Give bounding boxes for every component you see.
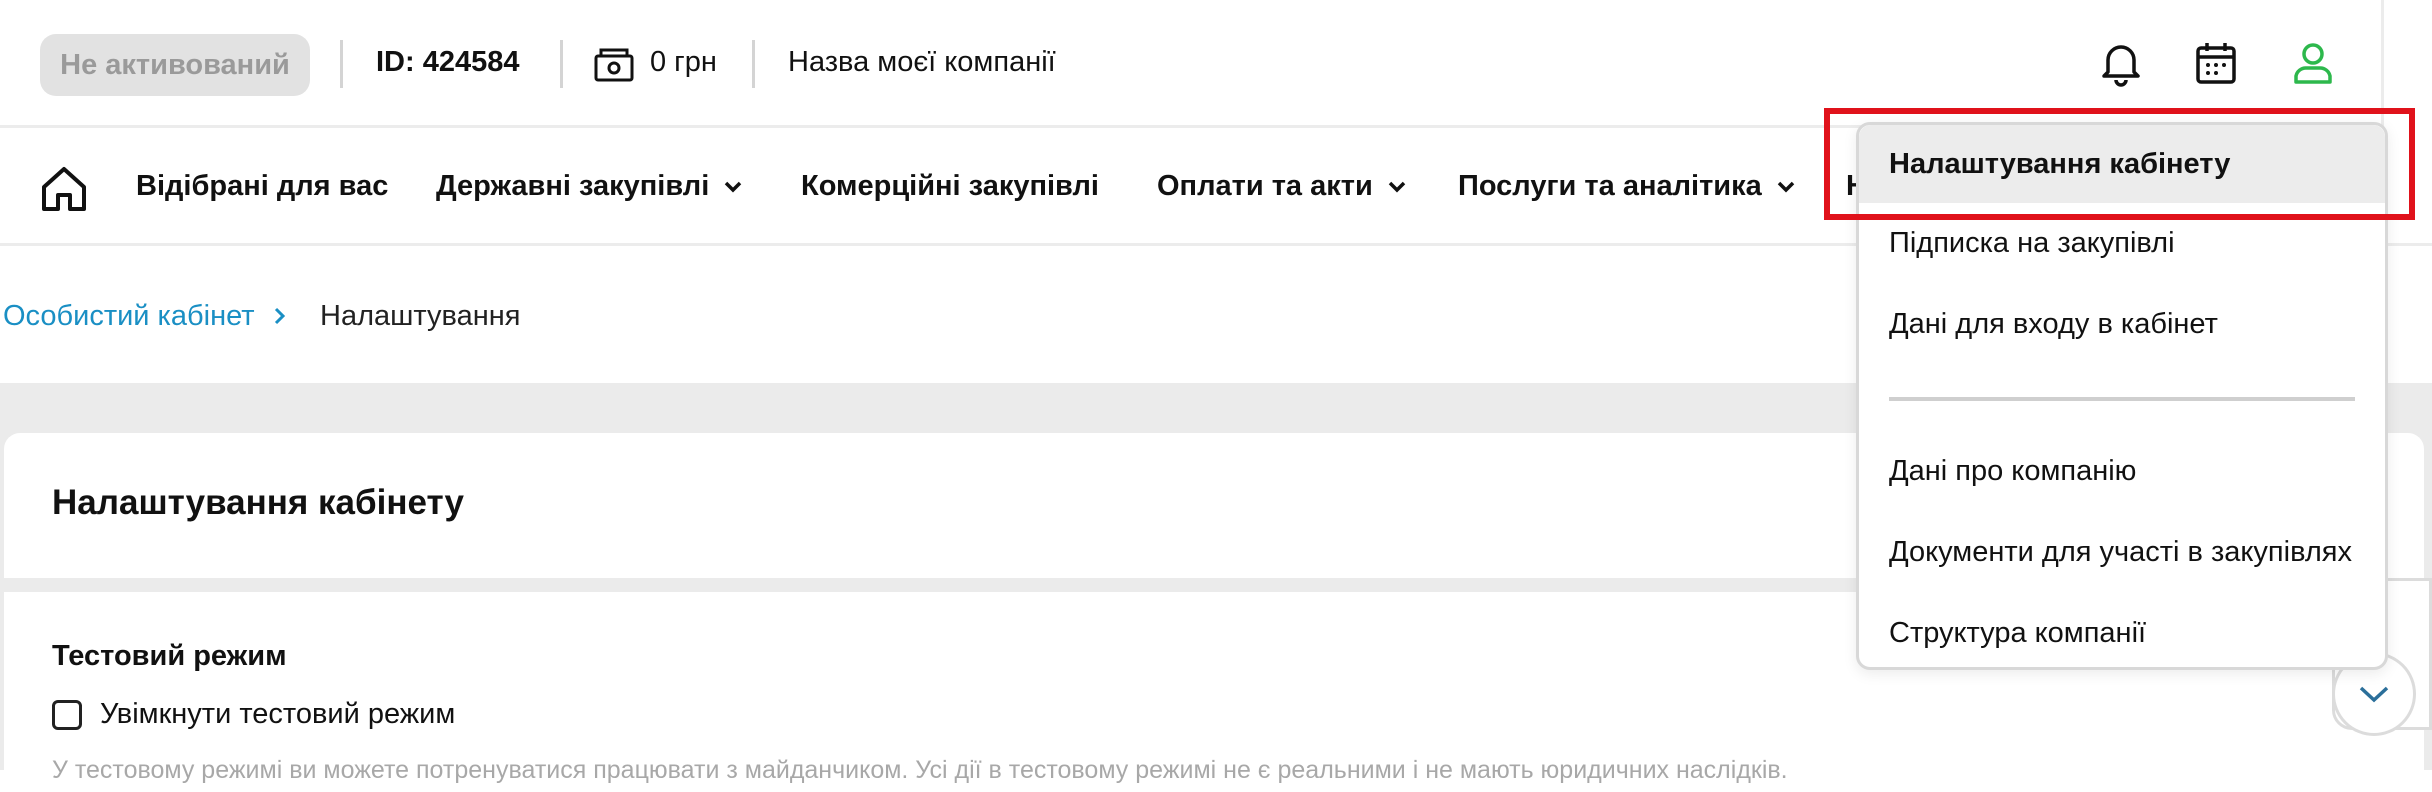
menu-item-participation-documents[interactable]: Документи для участі в закупівлях	[1889, 536, 2352, 569]
test-mode-title: Тестовий режим	[52, 640, 287, 672]
highlight-annotation	[1824, 108, 2415, 220]
test-mode-checkbox[interactable]	[52, 700, 82, 730]
nav-item-payments[interactable]: Оплати та акти	[1157, 170, 1407, 203]
bell-icon[interactable]	[2096, 38, 2146, 88]
test-mode-checkbox-label[interactable]: Увімкнути тестовий режим	[100, 698, 455, 731]
balance-amount[interactable]: 0 грн	[650, 46, 717, 79]
menu-item-company-data[interactable]: Дані про компанію	[1889, 455, 2136, 488]
header-divider	[560, 40, 563, 88]
nav-label: Послуги та аналітика	[1458, 170, 1762, 202]
money-icon	[594, 48, 634, 82]
header-divider	[752, 40, 755, 88]
nav-label: Державні закупівлі	[436, 170, 710, 202]
page-title: Налаштування кабінету	[52, 483, 464, 522]
status-badge: Не активований	[40, 34, 310, 96]
chevron-down-icon	[725, 181, 742, 192]
breadcrumb-current: Налаштування	[320, 300, 521, 332]
chevron-down-icon	[1388, 181, 1406, 192]
breadcrumb-link[interactable]: Особистий кабінет	[3, 300, 255, 333]
chevron-down-icon	[1777, 181, 1794, 192]
menu-divider	[1889, 397, 2355, 401]
account-id: ID: 424584	[376, 46, 520, 78]
calendar-icon[interactable]	[2192, 38, 2242, 88]
nav-label: Комерційні закупівлі	[801, 170, 1099, 202]
nav-label: Відібрані для вас	[136, 170, 389, 202]
home-icon[interactable]	[36, 161, 92, 217]
nav-item-selected[interactable]: Відібрані для вас	[136, 170, 388, 203]
header-divider	[340, 40, 343, 88]
chevron-right-icon	[274, 307, 286, 325]
nav-item-commercial-procurement[interactable]: Комерційні закупівлі	[801, 170, 1099, 203]
company-name[interactable]: Назва моєї компанії	[788, 46, 1056, 79]
test-mode-note: У тестовому режимі ви можете потренувати…	[52, 756, 1788, 784]
nav-item-state-procurement[interactable]: Державні закупівлі	[436, 170, 743, 203]
nav-label: Оплати та акти	[1157, 170, 1373, 202]
nav-item-services-analytics[interactable]: Послуги та аналітика	[1458, 170, 1796, 203]
user-icon[interactable]	[2288, 38, 2338, 88]
menu-item-procurement-subscription[interactable]: Підписка на закупівлі	[1889, 227, 2175, 260]
chevron-down-icon	[2359, 686, 2389, 703]
menu-item-company-structure[interactable]: Структура компанії	[1889, 617, 2146, 650]
menu-item-login-data[interactable]: Дані для входу в кабінет	[1889, 308, 2218, 341]
